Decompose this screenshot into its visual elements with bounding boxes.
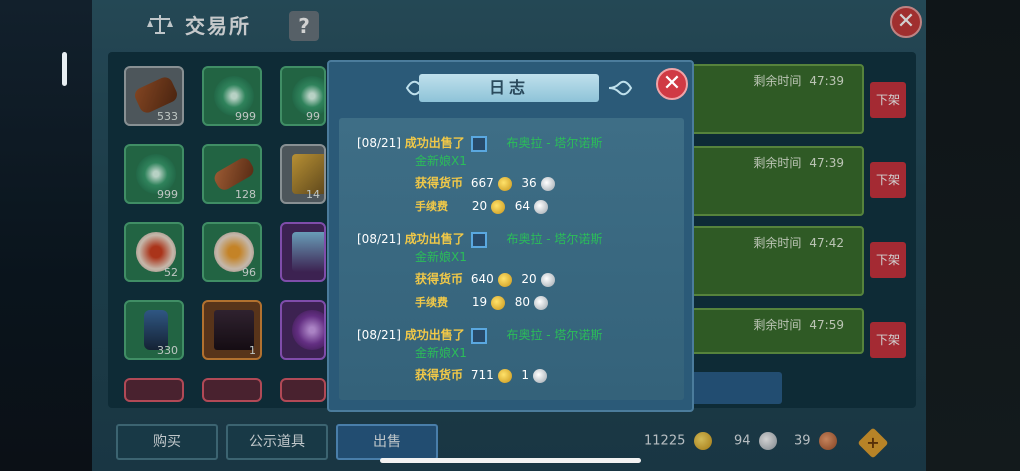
log-item-name: 布奥拉 - 塔尔诺斯 xyxy=(506,232,603,246)
item-icon xyxy=(470,231,487,248)
log-date: [08/21] xyxy=(357,232,401,246)
dialog-header: 日志 ✕ xyxy=(329,62,692,116)
log-sold-label: 成功出售了 xyxy=(404,136,465,150)
side-handle[interactable] xyxy=(62,52,67,86)
background-right xyxy=(926,0,1020,471)
silver-coin-icon xyxy=(533,295,548,310)
item-icon xyxy=(470,327,487,344)
fee-gold: 20 xyxy=(471,199,488,213)
log-sold-label: 成功出售了 xyxy=(404,328,465,342)
gold-coin-icon xyxy=(497,176,512,191)
gain-gold: 640 xyxy=(470,272,494,286)
gain-gold: 667 xyxy=(470,176,494,190)
gain-label: 获得货币 xyxy=(415,368,464,382)
log-item-name: 布奥拉 - 塔尔诺斯 xyxy=(506,328,603,342)
silver-coin-icon xyxy=(533,199,548,214)
fee-label: 手续费 xyxy=(415,200,448,213)
gold-coin-icon xyxy=(497,368,512,383)
gain-silver: 36 xyxy=(521,176,537,190)
log-date: [08/21] xyxy=(357,328,401,342)
log-item-qty: 金新娘X1 xyxy=(415,154,467,168)
background-left xyxy=(0,0,92,471)
silver-coin-icon xyxy=(532,368,547,383)
gold-coin-icon xyxy=(490,295,505,310)
silver-coin-icon xyxy=(540,272,555,287)
log-item-name: 布奥拉 - 塔尔诺斯 xyxy=(506,136,603,150)
item-icon xyxy=(470,135,487,152)
log-dialog: 日志 ✕ [08/21] 成功出售了 布奥拉 - 塔尔诺斯 金新娘X1 获得货币… xyxy=(327,60,694,412)
log-list[interactable]: [08/21] 成功出售了 布奥拉 - 塔尔诺斯 金新娘X1 获得货币 667 … xyxy=(339,118,684,400)
gold-coin-icon xyxy=(490,199,505,214)
gain-label: 获得货币 xyxy=(415,176,464,190)
fee-silver: 80 xyxy=(514,295,531,309)
dialog-title-plate: 日志 xyxy=(419,74,599,102)
log-date: [08/21] xyxy=(357,136,401,150)
home-indicator[interactable] xyxy=(380,458,641,463)
fee-label: 手续费 xyxy=(415,296,448,309)
log-sold-label: 成功出售了 xyxy=(404,232,465,246)
dialog-title: 日志 xyxy=(488,78,529,97)
log-item-qty: 金新娘X1 xyxy=(415,250,467,264)
ornament-right-icon xyxy=(607,76,633,100)
fee-silver: 64 xyxy=(514,199,531,213)
gain-silver: 20 xyxy=(521,272,537,286)
gain-gold: 711 xyxy=(470,368,494,382)
silver-coin-icon xyxy=(540,176,555,191)
log-item-qty: 金新娘X1 xyxy=(415,346,467,360)
fee-gold: 19 xyxy=(471,295,488,309)
close-dialog-button[interactable]: ✕ xyxy=(656,68,688,100)
gold-coin-icon xyxy=(497,272,512,287)
gain-label: 获得货币 xyxy=(415,272,464,286)
gain-silver: 1 xyxy=(521,368,530,382)
